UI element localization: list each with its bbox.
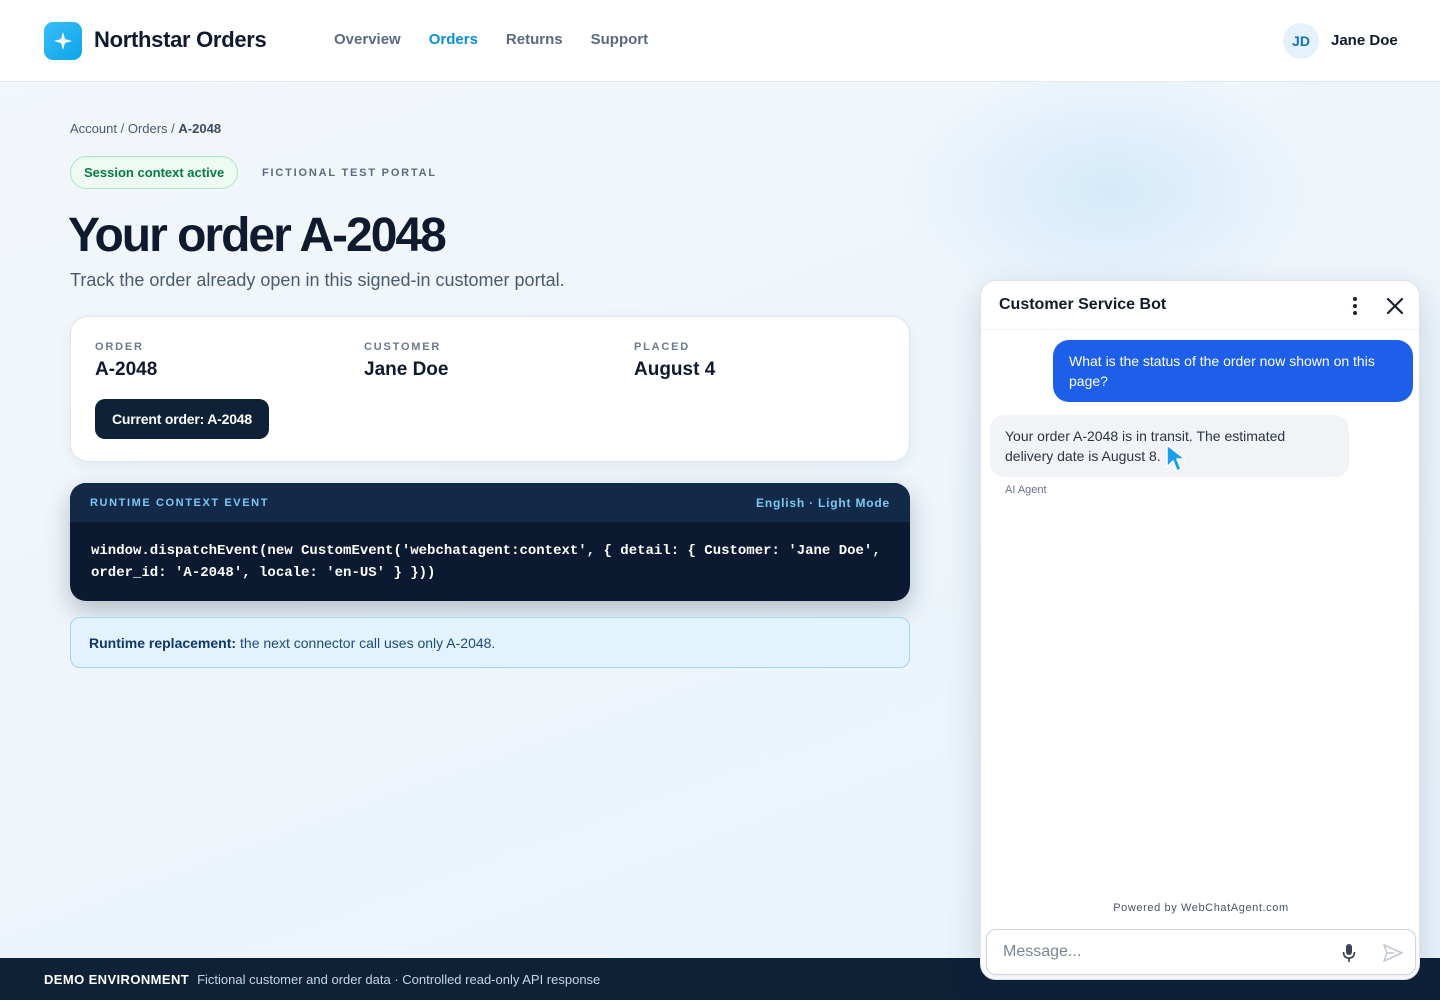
- breadcrumb-current: A-2048: [178, 121, 222, 136]
- note-label: Runtime replacement:: [89, 634, 237, 651]
- current-order-button[interactable]: Current order: A-2048: [95, 399, 269, 439]
- customer-field-value: Jane Doe: [364, 359, 449, 380]
- close-icon[interactable]: [1385, 296, 1405, 316]
- footer-label: DEMO ENVIRONMENT: [44, 971, 190, 987]
- customer-field-label: CUSTOMER: [364, 341, 442, 353]
- code-snippet: window.dispatchEvent(new CustomEvent('we…: [91, 543, 890, 581]
- breadcrumb-separator: /: [167, 121, 179, 136]
- session-status-badge: Session context active: [70, 156, 239, 189]
- message-input[interactable]: [988, 931, 1328, 973]
- order-field-value: A-2048: [95, 359, 158, 380]
- top-navigation-bar: Northstar Orders Overview Orders Returns…: [0, 0, 1440, 82]
- user-message-bubble: What is the status of the order now show…: [1053, 340, 1413, 402]
- chat-widget: Customer Service Bot What is the status …: [980, 280, 1420, 980]
- portal-tag: FICTIONAL TEST PORTAL: [262, 167, 437, 179]
- more-vertical-icon[interactable]: [1347, 296, 1363, 316]
- sparkle-icon: [54, 32, 72, 50]
- placed-field-value: August 4: [634, 359, 716, 380]
- nav-returns[interactable]: Returns: [506, 31, 563, 48]
- breadcrumb: Account / Orders / A-2048: [70, 121, 221, 136]
- order-field: ORDER A-2048: [95, 341, 157, 381]
- microphone-icon[interactable]: [1341, 943, 1357, 963]
- runtime-context-event-card: RUNTIME CONTEXT EVENT English · Light Mo…: [70, 483, 910, 601]
- code-card-title: RUNTIME CONTEXT EVENT: [90, 496, 270, 509]
- powered-by-label: Powered by WebChatAgent.com: [1113, 902, 1289, 914]
- main-nav: Overview Orders Returns Support: [334, 31, 648, 48]
- order-field-label: ORDER: [95, 341, 144, 353]
- code-card-meta: English · Light Mode: [756, 495, 890, 510]
- chat-title: Customer Service Bot: [999, 296, 1167, 313]
- brand-name[interactable]: Northstar Orders: [94, 27, 267, 53]
- logo[interactable]: [44, 22, 82, 60]
- customer-field: CUSTOMER Jane Doe: [364, 341, 448, 381]
- breadcrumb-orders[interactable]: Orders: [128, 121, 168, 136]
- order-summary-card: ORDER A-2048 CUSTOMER Jane Doe PLACED Au…: [70, 316, 910, 462]
- bot-sender-label: AI Agent: [1005, 484, 1047, 496]
- nav-support[interactable]: Support: [591, 31, 649, 48]
- note-text: the next connector call uses only A-2048…: [240, 634, 496, 651]
- mouse-pointer-icon: [1166, 444, 1186, 472]
- page-title: Your order A-2048: [68, 209, 447, 262]
- page-subtitle: Track the order already open in this sig…: [70, 270, 565, 290]
- placed-field: PLACED August 4: [634, 341, 715, 381]
- code-card-header: RUNTIME CONTEXT EVENT English · Light Mo…: [70, 483, 910, 522]
- send-icon[interactable]: [1383, 944, 1403, 962]
- breadcrumb-account[interactable]: Account: [70, 121, 117, 136]
- placed-field-label: PLACED: [634, 341, 691, 353]
- chat-header: Customer Service Bot: [981, 281, 1419, 330]
- nav-orders[interactable]: Orders: [429, 31, 478, 48]
- user-avatar[interactable]: JD: [1283, 23, 1319, 59]
- chat-input-bar: [986, 929, 1416, 975]
- user-name[interactable]: Jane Doe: [1331, 32, 1398, 49]
- footer-text: Fictional customer and order data · Cont…: [197, 971, 601, 987]
- nav-overview[interactable]: Overview: [334, 31, 401, 48]
- runtime-replacement-note: Runtime replacement: the next connector …: [70, 617, 910, 668]
- breadcrumb-separator: /: [116, 121, 128, 136]
